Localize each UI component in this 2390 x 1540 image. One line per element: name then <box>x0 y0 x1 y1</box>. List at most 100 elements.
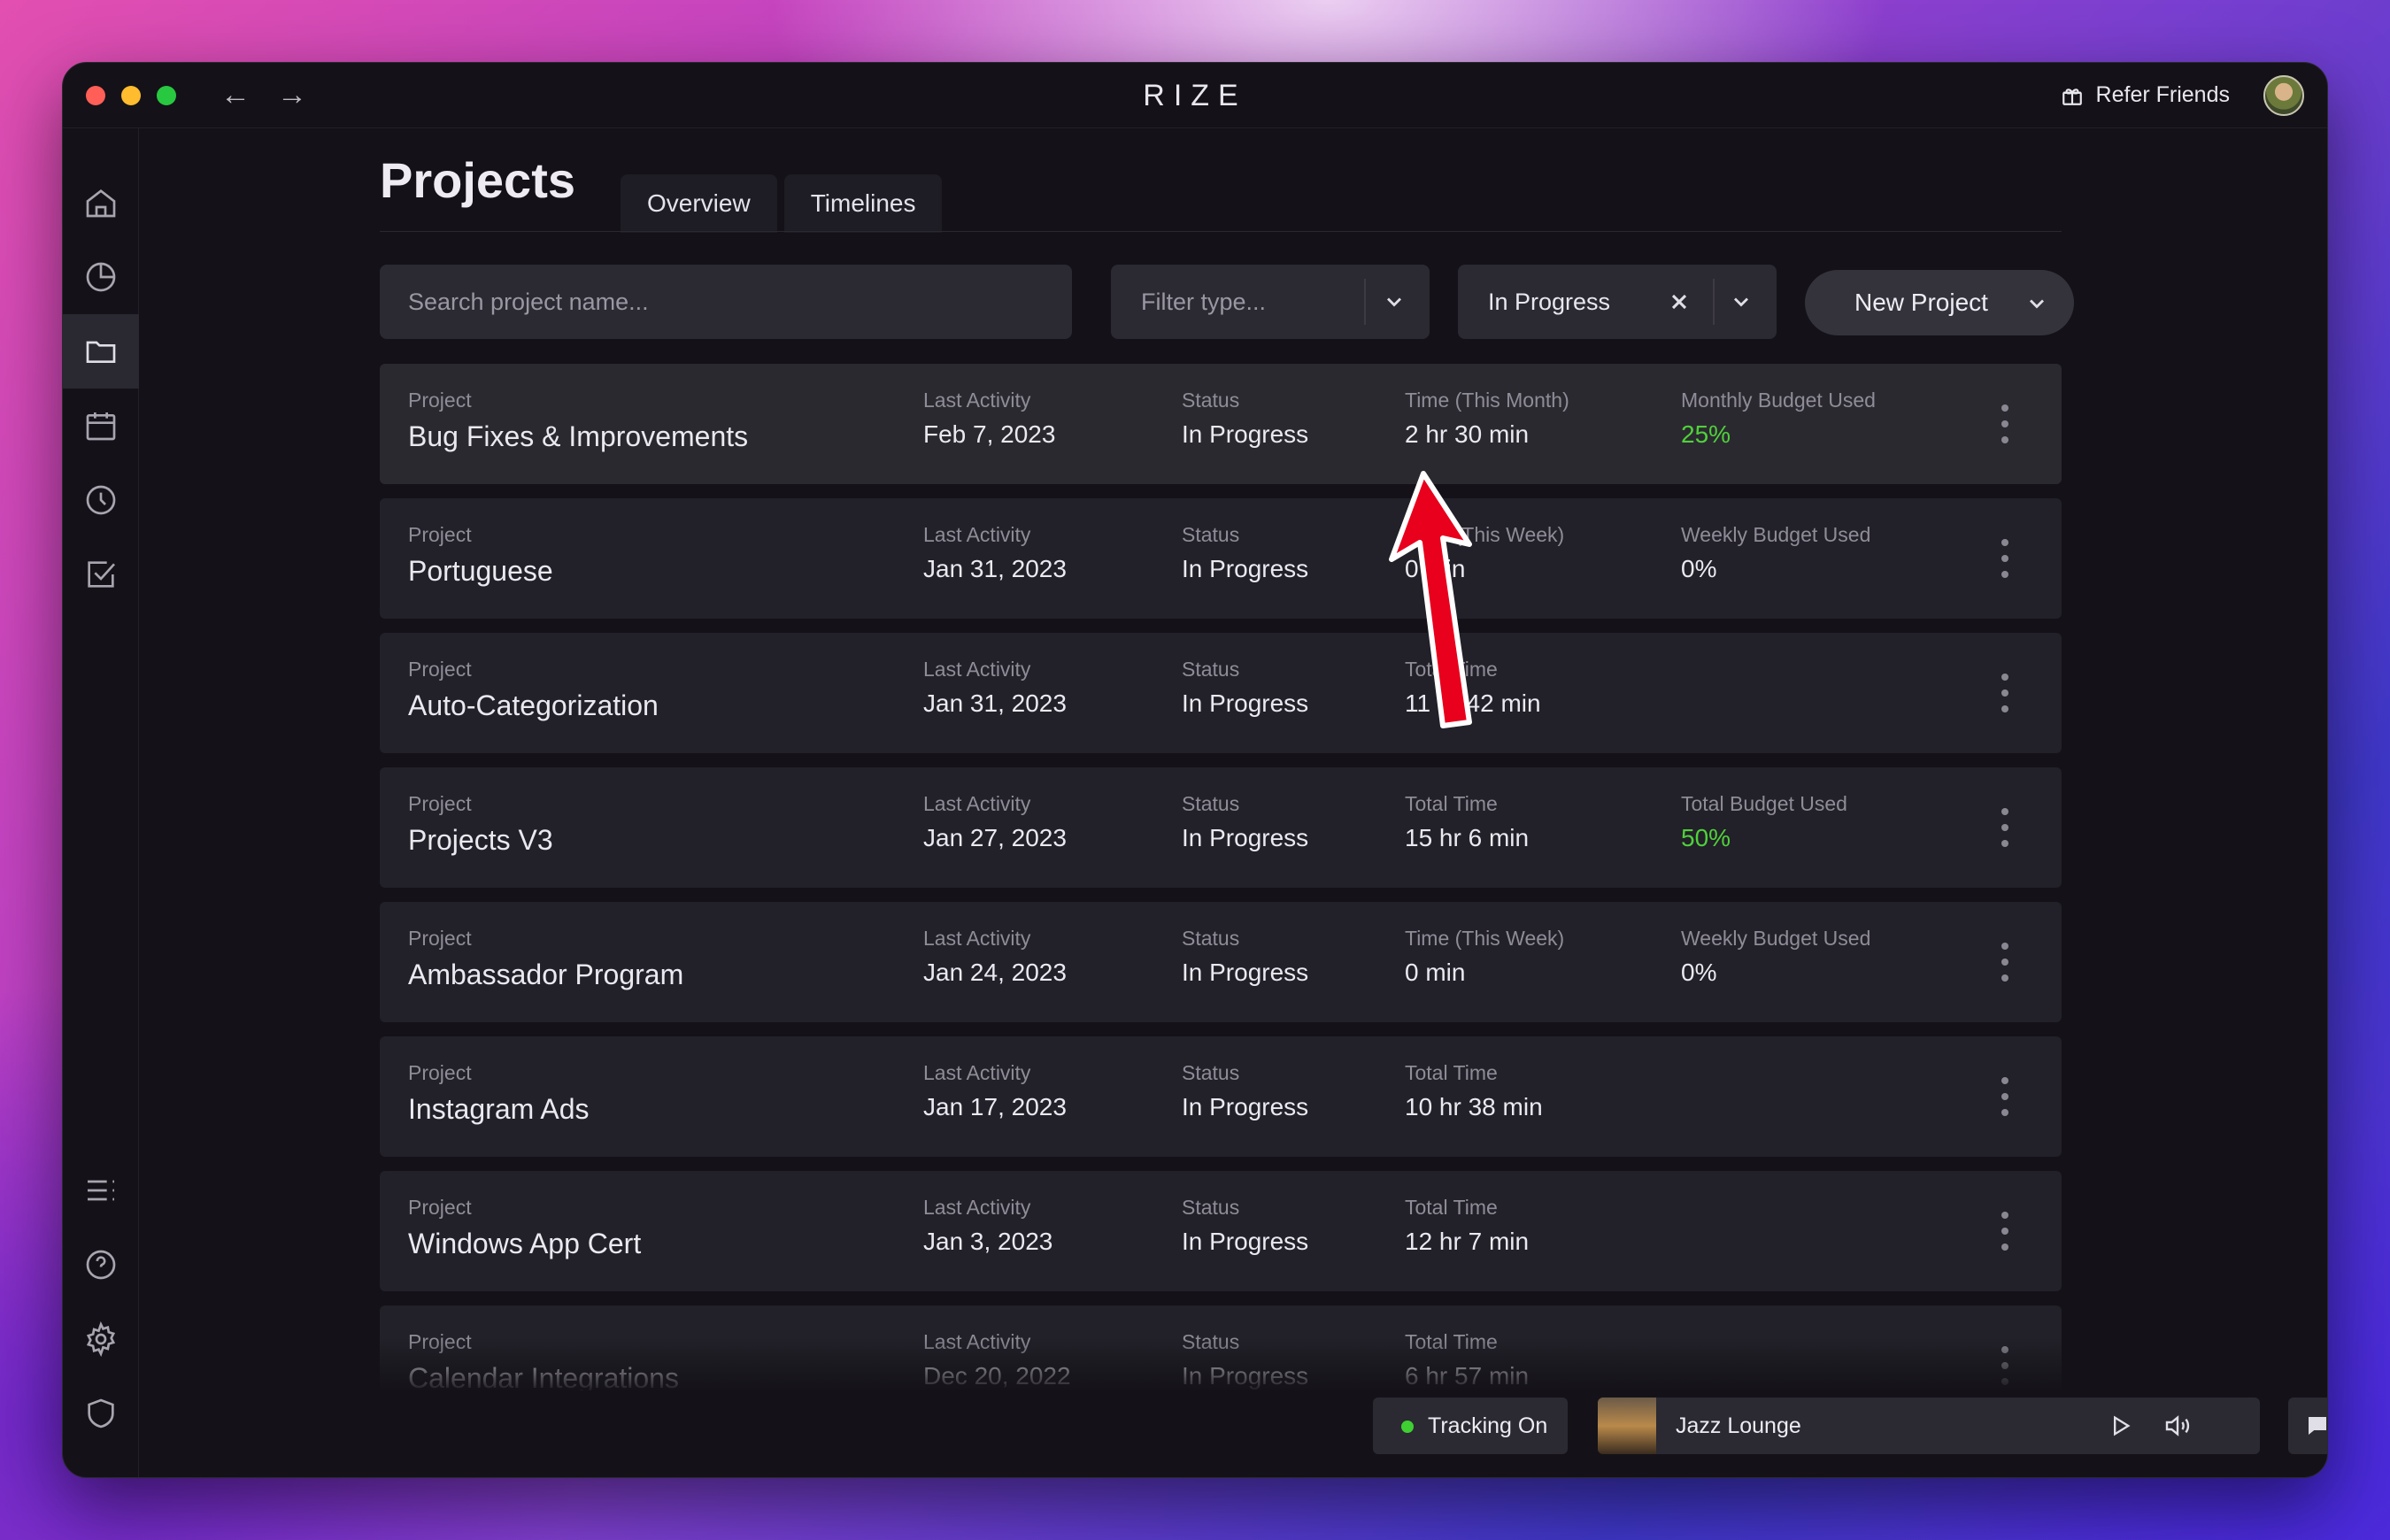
album-art <box>1598 1398 1656 1454</box>
project-name-value: Portuguese <box>408 555 553 587</box>
last-activity-value: Jan 31, 2023 <box>923 555 1067 582</box>
sidebar-item-analytics[interactable] <box>63 240 139 314</box>
project-name-cell: Project Ambassador Program <box>408 927 683 991</box>
sidebar-item-help[interactable] <box>63 1228 139 1302</box>
budget-label: Total Budget Used <box>1681 792 1847 815</box>
chevron-down-icon[interactable] <box>1729 289 1754 314</box>
app-title: RIZE <box>1143 79 1247 112</box>
avatar[interactable] <box>2263 75 2304 116</box>
budget-cell: Weekly Budget Used 0% <box>1681 523 1870 583</box>
table-row[interactable]: Project Projects V3 Last Activity Jan 27, 2… <box>380 767 2062 888</box>
project-name-cell: Project Projects V3 <box>408 792 553 857</box>
status-filter-select[interactable]: In Progress <box>1458 265 1777 339</box>
status-cell: Status In Progress <box>1182 523 1308 583</box>
more-options-icon[interactable] <box>2001 1212 2008 1251</box>
time-value: 10 hr 38 min <box>1405 1093 1543 1120</box>
last-activity-cell: Last Activity Jan 17, 2023 <box>923 1061 1067 1121</box>
project-name-label: Project <box>408 658 472 681</box>
filter-type-placeholder: Filter type... <box>1141 289 1267 315</box>
status-label: Status <box>1182 1061 1240 1084</box>
chat-button[interactable] <box>2288 1398 2327 1454</box>
sidebar-item-home[interactable] <box>63 166 139 240</box>
table-row[interactable]: Project Bug Fixes & Improvements Last Acti… <box>380 364 2062 484</box>
status-cell: Status In Progress <box>1182 1330 1308 1390</box>
budget-cell: Monthly Budget Used 25% <box>1681 389 1876 449</box>
status-value: In Progress <box>1182 689 1309 717</box>
last-activity-label: Last Activity <box>923 1196 1031 1219</box>
status-cell: Status In Progress <box>1182 927 1308 987</box>
sidebar <box>63 128 139 1477</box>
status-filter-divider <box>1713 279 1715 325</box>
tab-timelines[interactable]: Timelines <box>783 174 943 233</box>
last-activity-value: Jan 27, 2023 <box>923 824 1067 851</box>
more-options-icon[interactable] <box>2001 674 2008 712</box>
table-row[interactable]: Project Calendar Integrations Last Activit… <box>380 1305 2062 1390</box>
sidebar-item-settings[interactable] <box>63 1302 139 1376</box>
budget-label: Weekly Budget Used <box>1681 523 1871 546</box>
filter-divider <box>1364 279 1366 325</box>
time-value: 6 hr 57 min <box>1405 1362 1530 1390</box>
last-activity-cell: Last Activity Jan 3, 2023 <box>923 1196 1052 1256</box>
music-player[interactable]: Jazz Lounge <box>1598 1398 2260 1454</box>
last-activity-label: Last Activity <box>923 1330 1031 1353</box>
time-value: 12 hr 7 min <box>1405 1228 1530 1255</box>
table-row[interactable]: Project Portuguese Last Activity Jan 31, 20… <box>380 498 2062 619</box>
project-name-cell: Project Instagram Ads <box>408 1061 590 1126</box>
table-row[interactable]: Project Ambassador Program Last Activity Ja… <box>380 902 2062 1022</box>
filter-type-select[interactable]: Filter type... <box>1111 265 1430 339</box>
project-name-value: Windows App Cert <box>408 1228 642 1259</box>
sidebar-item-privacy[interactable] <box>63 1376 139 1451</box>
tracking-toggle[interactable]: Tracking On <box>1373 1398 1568 1454</box>
track-name: Jazz Lounge <box>1676 1413 1801 1438</box>
clear-icon[interactable] <box>1667 289 1692 314</box>
time-label: Time (This Month) <box>1405 389 1569 412</box>
status-label: Status <box>1182 523 1240 546</box>
project-name-value: Instagram Ads <box>408 1093 590 1125</box>
last-activity-value: Dec 20, 2022 <box>923 1362 1071 1390</box>
bottom-bar: Tracking On Jazz Lounge <box>139 1398 2327 1477</box>
budget-value: 25% <box>1681 420 1731 448</box>
sidebar-item-projects[interactable] <box>63 314 139 389</box>
search-input[interactable]: Search project name... <box>380 265 1072 339</box>
project-name-label: Project <box>408 389 472 412</box>
time-cell: Time (This Week) 0 min <box>1405 927 1564 987</box>
table-row[interactable]: Project Windows App Cert Last Activity Jan … <box>380 1171 2062 1291</box>
chevron-down-icon[interactable] <box>1382 289 1407 314</box>
more-options-icon[interactable] <box>2001 1346 2008 1385</box>
time-label: Total Time <box>1405 1196 1498 1219</box>
more-options-icon[interactable] <box>2001 404 2008 443</box>
project-name-cell: Project Calendar Integrations <box>408 1330 679 1390</box>
new-project-button[interactable]: New Project <box>1805 270 2074 335</box>
time-cell: Time (This Month) 2 hr 30 min <box>1405 389 1569 449</box>
table-row[interactable]: Project Instagram Ads Last Activity Jan 17,… <box>380 1036 2062 1157</box>
budget-value: 0% <box>1681 555 1717 582</box>
last-activity-label: Last Activity <box>923 523 1031 546</box>
sidebar-item-menu[interactable] <box>63 1153 139 1228</box>
status-label: Status <box>1182 1330 1240 1353</box>
volume-icon[interactable] <box>2163 1412 2193 1440</box>
project-name-value: Ambassador Program <box>408 959 684 990</box>
refer-friends-button[interactable]: Refer Friends <box>2061 82 2230 108</box>
clock-icon <box>86 485 116 515</box>
project-name-label: Project <box>408 927 472 950</box>
play-icon[interactable] <box>2108 1413 2132 1438</box>
app-window: ← → RIZE Refer Friends Projects Overview… <box>62 62 2328 1478</box>
more-options-icon[interactable] <box>2001 808 2008 847</box>
project-name-value: Calendar Integrations <box>408 1362 679 1390</box>
status-filter-value: In Progress <box>1488 289 1611 315</box>
status-label: Status <box>1182 792 1240 815</box>
more-options-icon[interactable] <box>2001 539 2008 578</box>
sidebar-item-tasks[interactable] <box>63 537 139 612</box>
table-row[interactable]: Project Auto-Categorization Last Activity J… <box>380 633 2062 753</box>
more-options-icon[interactable] <box>2001 1077 2008 1116</box>
last-activity-cell: Last Activity Dec 20, 2022 <box>923 1330 1071 1390</box>
time-label: Total Time <box>1405 1330 1498 1353</box>
budget-value: 0% <box>1681 959 1717 986</box>
sidebar-item-history[interactable] <box>63 463 139 537</box>
status-value: In Progress <box>1182 959 1309 986</box>
sidebar-item-calendar[interactable] <box>63 389 139 463</box>
last-activity-value: Jan 31, 2023 <box>923 689 1067 717</box>
tab-overview[interactable]: Overview <box>621 174 777 233</box>
more-options-icon[interactable] <box>2001 943 2008 982</box>
annotation-arrow-icon <box>1389 471 1472 728</box>
